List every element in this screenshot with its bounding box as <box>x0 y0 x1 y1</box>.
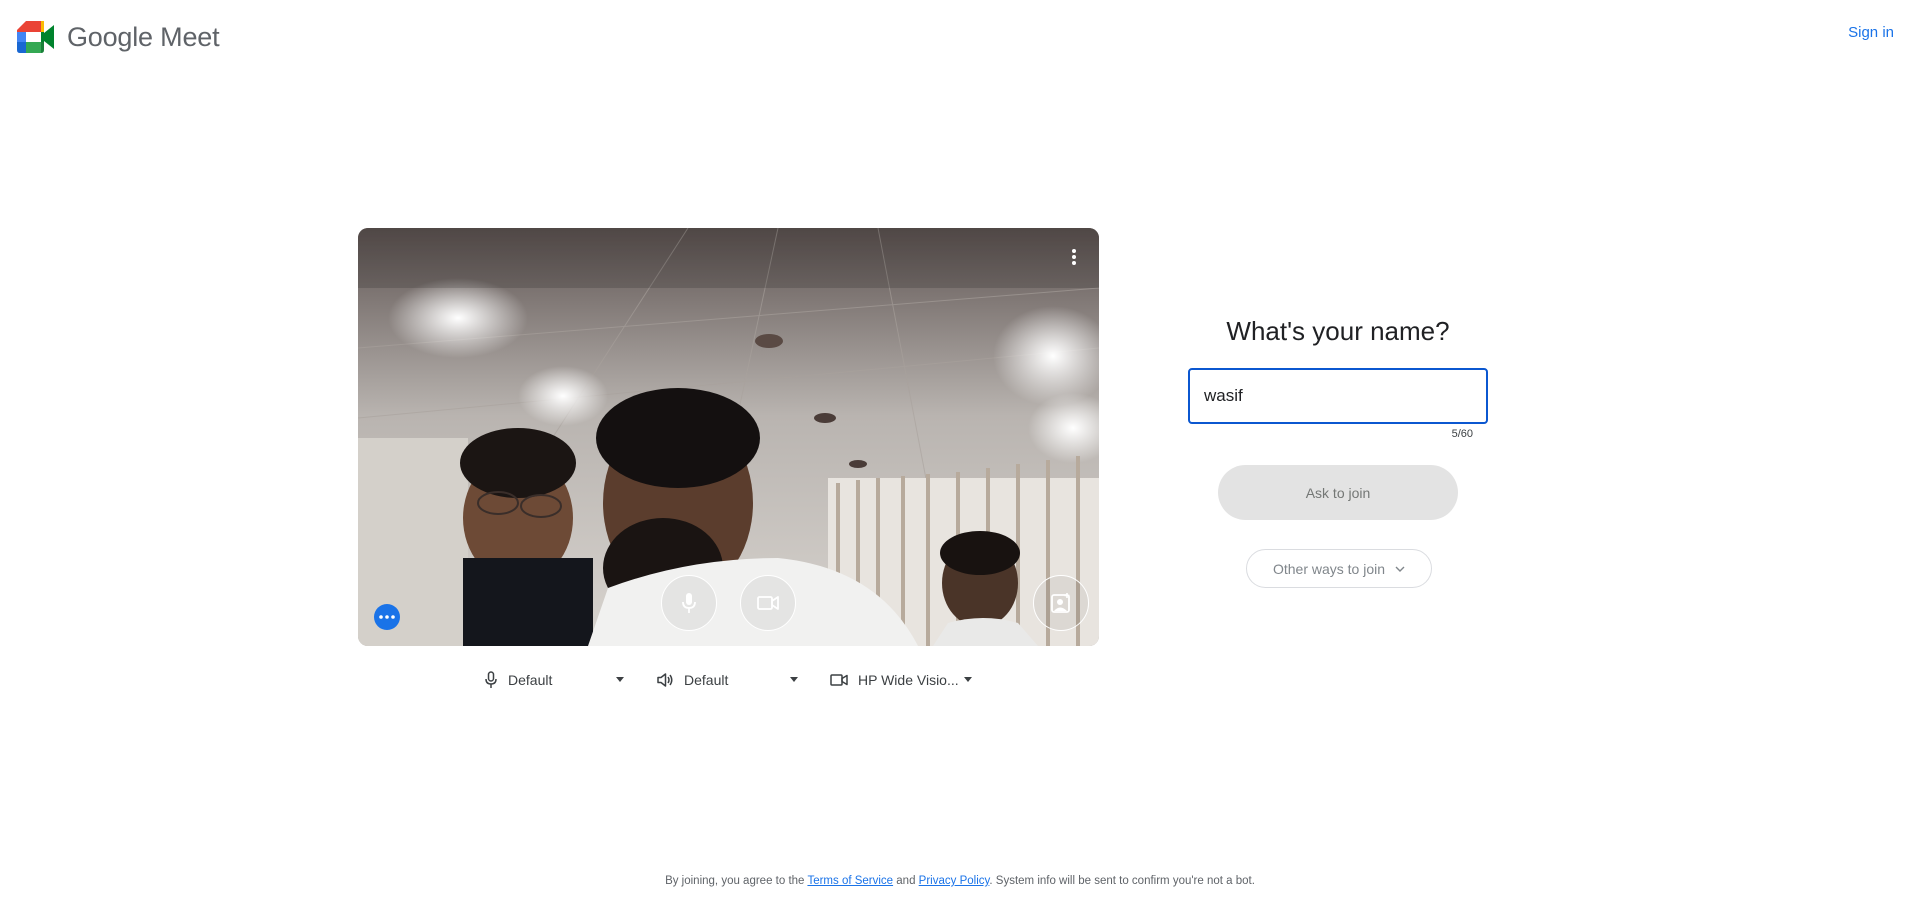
camera-toggle-button[interactable] <box>740 575 796 631</box>
sign-in-link[interactable]: Sign in <box>1848 24 1894 41</box>
more-actions-button[interactable] <box>374 604 400 630</box>
more-options-button[interactable] <box>1063 244 1085 270</box>
visual-effects-button[interactable] <box>1033 575 1089 631</box>
more-horiz-icon <box>379 615 395 619</box>
google-meet-brand[interactable]: Google Meet <box>17 20 220 54</box>
ask-to-join-button[interactable]: Ask to join <box>1218 465 1458 520</box>
microphone-icon <box>485 671 497 688</box>
character-counter: 5/60 <box>1451 428 1473 440</box>
visual-effects-icon <box>1051 593 1070 613</box>
legal-notice: By joining, you agree to the Terms of Se… <box>0 875 1920 887</box>
name-field[interactable] <box>1188 368 1488 424</box>
microphone-toggle-button[interactable] <box>661 575 717 631</box>
legal-and: and <box>896 875 916 887</box>
video-preview <box>358 228 1099 646</box>
terms-of-service-link[interactable]: Terms of Service <box>807 875 893 887</box>
video-camera-icon <box>757 596 779 610</box>
video-camera-icon <box>830 674 848 686</box>
more-vert-icon <box>1072 249 1076 265</box>
dropdown-caret-icon <box>616 677 624 682</box>
google-meet-logo-icon <box>17 21 54 53</box>
name-input[interactable] <box>1204 386 1464 406</box>
microphone-select-label: Default <box>508 672 553 688</box>
camera-feed-image <box>358 228 1099 646</box>
privacy-policy-link[interactable]: Privacy Policy <box>919 875 990 887</box>
other-ways-to-join-button[interactable]: Other ways to join <box>1246 549 1432 588</box>
legal-prefix: By joining, you agree to the <box>665 875 805 887</box>
dropdown-caret-icon <box>964 677 972 682</box>
other-ways-to-join-label: Other ways to join <box>1272 560 1386 577</box>
dropdown-caret-icon <box>790 677 798 682</box>
microphone-icon <box>682 593 696 613</box>
speaker-select[interactable]: Default <box>656 668 800 692</box>
speaker-icon <box>657 673 673 687</box>
name-prompt-heading: What's your name? <box>1226 316 1450 346</box>
chevron-down-icon <box>1395 566 1405 572</box>
microphone-select[interactable]: Default <box>484 668 628 692</box>
camera-select[interactable]: HP Wide Visio... <box>830 668 980 692</box>
camera-select-label: HP Wide Visio... <box>858 672 959 688</box>
speaker-select-label: Default <box>684 672 729 688</box>
legal-suffix: . System info will be sent to confirm yo… <box>989 875 1255 887</box>
brand-name: Google Meet <box>67 21 220 52</box>
